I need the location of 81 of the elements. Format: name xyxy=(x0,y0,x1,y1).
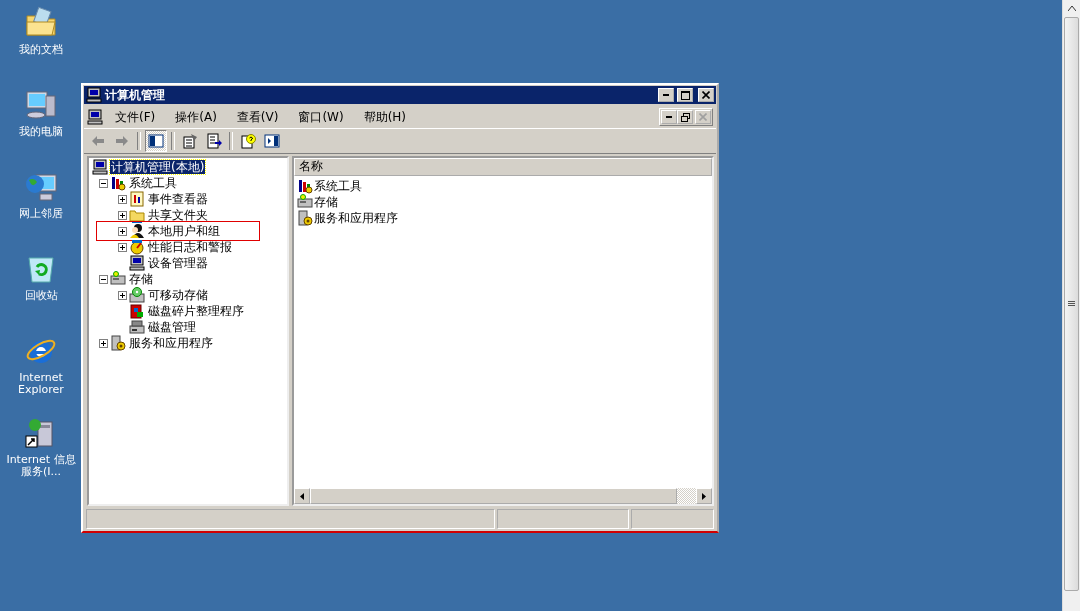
collapse-toggle[interactable] xyxy=(99,178,108,188)
disc-drive-icon xyxy=(129,287,145,303)
tree-item[interactable]: 共享文件夹 xyxy=(147,208,209,222)
list-item[interactable]: 存储 xyxy=(314,193,338,211)
minimize-icon xyxy=(666,116,672,118)
list-item[interactable]: 服务和应用程序 xyxy=(314,209,398,227)
restore-icon xyxy=(680,112,690,122)
computer-icon xyxy=(92,159,108,175)
vertical-scrollbar[interactable] xyxy=(1062,0,1080,611)
tree-item[interactable]: 存储 xyxy=(128,272,154,286)
tree-item[interactable]: 磁盘碎片整理程序 xyxy=(147,304,245,318)
shared-folder-icon xyxy=(129,207,145,223)
tree-item[interactable]: 性能日志和警报 xyxy=(147,240,233,254)
desktop-icon-label[interactable]: 回收站 xyxy=(24,290,58,302)
tree-item[interactable]: 可移动存储 xyxy=(147,288,209,302)
server-gear-icon xyxy=(297,210,313,226)
menu-item[interactable]: 文件(F) xyxy=(107,108,164,126)
left-arrow-icon xyxy=(300,492,304,500)
menu-item[interactable]: 窗口(W) xyxy=(290,108,352,126)
log-book-icon xyxy=(129,191,145,207)
computer-icon xyxy=(87,109,103,125)
minimize-icon xyxy=(663,94,669,96)
desktop-icon-label[interactable]: Internet Explorer xyxy=(1,372,81,396)
plus-icon xyxy=(119,211,126,219)
close-icon xyxy=(702,91,710,99)
maximize-button[interactable] xyxy=(677,88,693,102)
restore-button[interactable] xyxy=(677,110,693,124)
desktop-icon-label[interactable]: Internet 信息服务(I... xyxy=(1,454,81,478)
help-icon xyxy=(240,133,256,149)
action-pane-icon xyxy=(264,133,280,149)
computer-icon xyxy=(129,255,145,271)
right-arrow-icon xyxy=(702,492,706,500)
expand-toggle[interactable] xyxy=(118,210,127,220)
computer-icon xyxy=(86,87,102,103)
properties-icon xyxy=(182,133,198,149)
tree-item[interactable]: 事件查看器 xyxy=(147,192,209,206)
plus-icon xyxy=(100,339,107,347)
drive-icon xyxy=(297,194,313,210)
minimize-button[interactable] xyxy=(658,88,674,102)
expand-toggle[interactable] xyxy=(99,338,108,348)
tree-toggle-button[interactable] xyxy=(145,130,167,152)
tree-item[interactable]: 磁盘管理 xyxy=(147,320,197,334)
disk-icon xyxy=(129,319,145,335)
minimize-button[interactable] xyxy=(661,110,677,124)
column-header[interactable]: 名称 xyxy=(294,158,712,176)
users-icon xyxy=(129,223,145,239)
maximize-icon xyxy=(680,90,690,100)
tree-item[interactable]: 服务和应用程序 xyxy=(128,336,214,350)
menu-item[interactable]: 操作(A) xyxy=(167,108,225,126)
plus-icon xyxy=(119,243,126,251)
list-item[interactable]: 系统工具 xyxy=(314,177,362,195)
collapse-toggle[interactable] xyxy=(99,274,108,284)
expand-toggle[interactable] xyxy=(118,226,127,236)
expand-toggle[interactable] xyxy=(118,242,127,252)
tree-item[interactable]: 计算机管理(本地) xyxy=(110,160,206,174)
expand-toggle[interactable] xyxy=(118,290,127,300)
desktop-icon-label[interactable]: 网上邻居 xyxy=(19,208,63,220)
server-gear-icon xyxy=(110,335,126,351)
tree-item[interactable]: 设备管理器 xyxy=(147,256,209,270)
defrag-icon xyxy=(129,303,145,319)
expand-toggle[interactable] xyxy=(118,194,127,204)
computer-icon xyxy=(24,88,58,122)
close-icon xyxy=(699,113,707,121)
window-title: 计算机管理 xyxy=(105,86,166,104)
grip-icon xyxy=(1068,301,1075,307)
forward-arrow-icon xyxy=(114,133,130,149)
tree-item[interactable]: 本地用户和组 xyxy=(147,224,221,238)
close-button[interactable] xyxy=(698,88,714,102)
plus-icon xyxy=(119,291,126,299)
menu-item[interactable]: 查看(V) xyxy=(228,108,287,126)
menu-item[interactable]: 帮助(H) xyxy=(355,108,415,126)
desktop-icon-label[interactable]: 我的电脑 xyxy=(19,126,63,138)
tree-pane-icon xyxy=(148,133,164,149)
desktop-icon-label[interactable]: 我的文档 xyxy=(19,44,63,56)
tree-item[interactable]: 系统工具 xyxy=(128,176,178,190)
plus-icon xyxy=(119,195,126,203)
export-list-icon xyxy=(206,133,222,149)
tools-icon xyxy=(110,175,126,191)
tools-icon xyxy=(297,178,313,194)
drive-icon xyxy=(110,271,126,287)
plus-icon xyxy=(119,227,126,235)
